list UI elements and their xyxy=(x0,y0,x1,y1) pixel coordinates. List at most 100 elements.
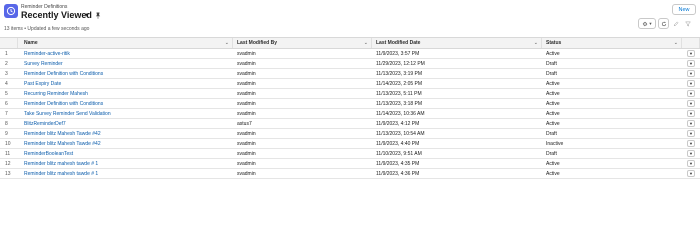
table-row: 12 Reminder blitz mahesh tawde # 1 svadmin… xyxy=(0,159,700,169)
record-name-text[interactable]: Survey Reminder xyxy=(24,61,63,67)
record-name-text[interactable]: Past Expiry Date xyxy=(24,81,61,87)
status-cell: Active xyxy=(546,80,560,87)
last-modified-date-cell: 11/14/2023, 2:05 PM xyxy=(376,80,423,87)
record-name-link[interactable]: ReminderBooleanTest xyxy=(18,149,233,158)
table-row: 11 ReminderBooleanTest svadmin 11/10/2023, … xyxy=(0,149,700,159)
inline-edit-button[interactable] xyxy=(671,18,681,29)
row-action-menu-button[interactable]: ▼ xyxy=(687,80,695,87)
column-header-name[interactable]: Name ⌄ xyxy=(18,38,233,48)
row-actions: ▼ xyxy=(682,129,700,138)
last-modified-date-cell: 11/13/2023, 3:18 PM xyxy=(376,100,423,107)
status-cell: Active xyxy=(546,90,560,97)
row-action-menu-button[interactable]: ▼ xyxy=(687,70,695,77)
record-name-text[interactable]: BlitzReminderDef7 xyxy=(24,121,66,127)
record-name-text[interactable]: Take Survey Reminder Send Validation xyxy=(24,111,111,117)
row-actions: ▼ xyxy=(682,89,700,98)
chevron-down-icon[interactable]: ⌄ xyxy=(534,40,538,46)
last-modified-by-cell: svadmin xyxy=(237,70,256,77)
record-name-text[interactable]: Reminder Definition with Conditions xyxy=(24,101,103,107)
row-action-menu-button[interactable]: ▼ xyxy=(687,120,695,127)
last-modified-date-cell: 11/9/2023, 4:35 PM xyxy=(376,160,420,167)
row-actions: ▼ xyxy=(682,159,700,168)
record-name-text[interactable]: Reminder-active-ritik xyxy=(24,51,70,57)
chevron-down-icon: ▼ xyxy=(689,131,693,136)
row-action-menu-button[interactable]: ▼ xyxy=(687,150,695,157)
record-name-link[interactable]: Reminder blitz mahesh tawde # 1 xyxy=(18,169,233,178)
chevron-down-icon: ▼ xyxy=(689,91,693,96)
last-modified-by-cell: svadmin xyxy=(237,90,256,97)
record-name-link[interactable]: Survey Reminder xyxy=(18,59,233,68)
record-name-link[interactable]: Reminder blitz mahesh tawde # 1 xyxy=(18,159,233,168)
last-modified-by-cell: svadmin xyxy=(237,170,256,177)
chevron-down-icon[interactable]: ⌄ xyxy=(364,40,368,46)
chevron-down-icon[interactable]: ⌄ xyxy=(225,40,229,46)
record-name-text[interactable]: Recurring Reminder Mahesh xyxy=(24,91,88,97)
status-cell: Draft xyxy=(546,150,557,157)
row-number-header xyxy=(0,38,18,48)
record-name-link[interactable]: Reminder blitz Mahesh Tawde #42 xyxy=(18,139,233,148)
column-header-last-modified-by[interactable]: Last Modified By ⌄ xyxy=(233,38,372,48)
refresh-button[interactable] xyxy=(658,18,669,29)
filter-icon xyxy=(685,21,691,26)
row-number: 4 xyxy=(5,80,8,87)
row-number: 1 xyxy=(5,50,8,57)
record-name-text[interactable]: ReminderBooleanTest xyxy=(24,151,73,157)
record-name-link[interactable]: Past Expiry Date xyxy=(18,79,233,88)
row-action-menu-button[interactable]: ▼ xyxy=(687,50,695,57)
row-actions: ▼ xyxy=(682,49,700,58)
row-action-menu-button[interactable]: ▼ xyxy=(687,130,695,137)
row-action-menu-button[interactable]: ▼ xyxy=(687,140,695,147)
last-modified-date-cell: 11/13/2023, 10:54 AM xyxy=(376,130,425,137)
last-modified-by-cell: svadmin xyxy=(237,80,256,87)
chevron-down-icon[interactable]: ⌄ xyxy=(674,40,678,46)
record-name-link[interactable]: Take Survey Reminder Send Validation xyxy=(18,109,233,118)
chevron-down-icon[interactable]: ▼ xyxy=(82,11,92,20)
row-action-menu-button[interactable]: ▼ xyxy=(687,170,695,177)
row-actions: ▼ xyxy=(682,79,700,88)
record-name-link[interactable]: Reminder blitz Mahesh Tawde #42 xyxy=(18,129,233,138)
row-action-menu-button[interactable]: ▼ xyxy=(687,60,695,67)
list-settings-button[interactable]: ▼ xyxy=(638,18,656,29)
row-action-menu-button[interactable]: ▼ xyxy=(687,160,695,167)
actions-header xyxy=(682,38,700,48)
row-actions: ▼ xyxy=(682,69,700,78)
row-number: 8 xyxy=(5,120,8,127)
record-name-link[interactable]: Reminder Definition with Conditions xyxy=(18,99,233,108)
record-name-text[interactable]: Reminder blitz mahesh tawde # 1 xyxy=(24,161,98,167)
row-action-menu-button[interactable]: ▼ xyxy=(687,90,695,97)
row-action-menu-button[interactable]: ▼ xyxy=(687,110,695,117)
status-cell: Active xyxy=(546,170,560,177)
record-name-text[interactable]: Reminder Definition with Conditions xyxy=(24,71,103,77)
list-view-header: Reminder Definitions Recently Viewed ▼ N… xyxy=(0,0,700,36)
record-name-link[interactable]: BlitzReminderDef7 xyxy=(18,119,233,128)
table-row: 2 Survey Reminder svadmin 11/29/2023, 12:12… xyxy=(0,59,700,69)
record-name-link[interactable]: Reminder Definition with Conditions xyxy=(18,69,233,78)
record-name-text[interactable]: Reminder blitz Mahesh Tawde #42 xyxy=(24,141,101,147)
chevron-down-icon: ▼ xyxy=(689,121,693,126)
record-name-link[interactable]: Recurring Reminder Mahesh xyxy=(18,89,233,98)
column-header-last-modified-date[interactable]: Last Modified Date ⌄ xyxy=(372,38,542,48)
last-modified-by-cell: svadmin xyxy=(237,110,256,117)
last-modified-by-cell: svadmin xyxy=(237,140,256,147)
chevron-down-icon: ▼ xyxy=(689,71,693,76)
chevron-down-icon: ▼ xyxy=(689,61,693,66)
row-action-menu-button[interactable]: ▼ xyxy=(687,100,695,107)
last-modified-by-cell: svadmin xyxy=(237,130,256,137)
table-header-row: Name ⌄ Last Modified By ⌄ Last Modified Da… xyxy=(0,37,700,49)
filter-button[interactable] xyxy=(683,18,693,29)
last-modified-date-cell: 11/9/2023, 4:12 PM xyxy=(376,120,420,127)
pin-icon[interactable] xyxy=(93,11,102,20)
row-number: 3 xyxy=(5,70,8,77)
record-name-link[interactable]: Reminder-active-ritik xyxy=(18,49,233,58)
new-button[interactable]: New xyxy=(672,4,696,15)
row-actions: ▼ xyxy=(682,139,700,148)
record-name-text[interactable]: Reminder blitz mahesh tawde # 1 xyxy=(24,171,98,177)
last-modified-by-cell: svadmin xyxy=(237,150,256,157)
record-name-text[interactable]: Reminder blitz Mahesh Tawde #42 xyxy=(24,131,101,137)
chevron-down-icon: ▼ xyxy=(689,111,693,116)
last-modified-date-cell: 11/13/2023, 3:19 PM xyxy=(376,70,423,77)
last-modified-date-cell: 11/9/2023, 4:40 PM xyxy=(376,140,420,147)
column-header-status[interactable]: Status ⌄ xyxy=(542,38,682,48)
last-modified-date-cell: 11/10/2023, 9:51 AM xyxy=(376,150,422,157)
last-modified-by-cell: svadmin xyxy=(237,50,256,57)
